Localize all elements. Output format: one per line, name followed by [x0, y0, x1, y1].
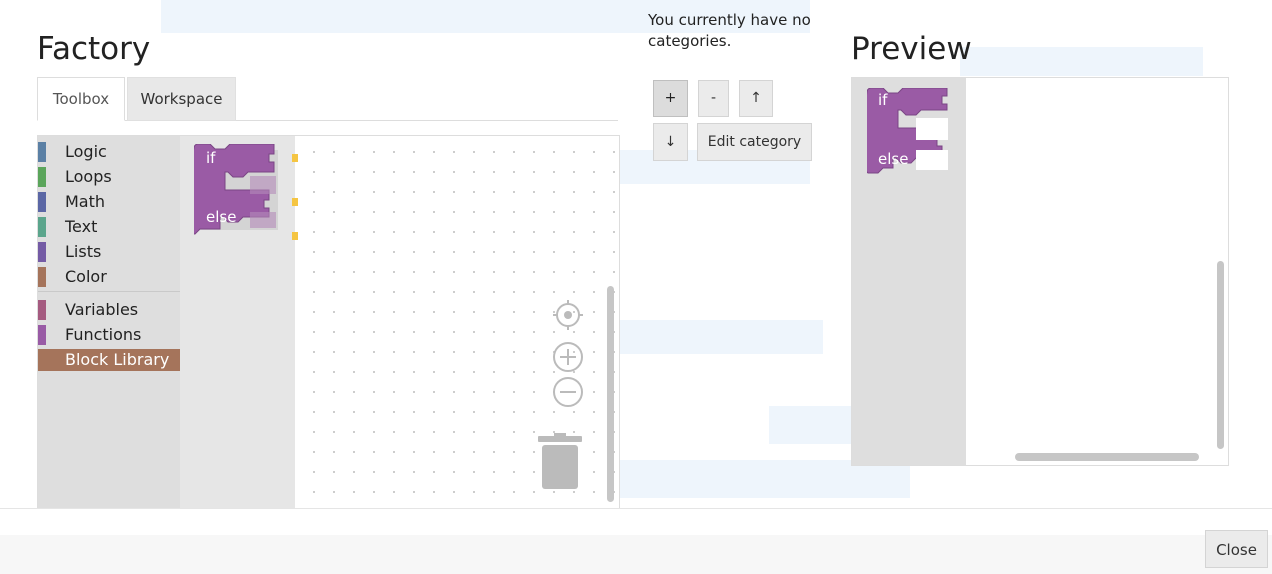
toolbox-category-variables[interactable]: Variables [38, 299, 180, 321]
categories-message: You currently have no categories. [648, 11, 811, 50]
preview-block-else-label: else [878, 150, 909, 168]
category-label: Text [65, 217, 98, 236]
zoom-out-icon[interactable] [552, 376, 584, 408]
toolbox-category-math[interactable]: Math [38, 191, 180, 213]
category-color-swatch [38, 242, 46, 262]
move-category-up-button[interactable]: ↑ [739, 80, 773, 117]
preview-title: Preview [851, 31, 972, 67]
block-else-label: else [206, 208, 237, 226]
category-label: Logic [65, 142, 107, 161]
close-button[interactable]: Close [1205, 530, 1268, 568]
toolbox-category-functions[interactable]: Functions [38, 324, 180, 346]
edit-category-button[interactable]: Edit category [697, 123, 812, 161]
tab-toolbox[interactable]: Toolbox [37, 77, 125, 121]
background-bar [960, 47, 1203, 76]
move-category-down-button[interactable]: ↓ [653, 123, 688, 161]
add-category-button[interactable]: + [653, 80, 688, 117]
toolbox-category-block-library[interactable]: Block Library [38, 349, 180, 371]
block-if-label: if [206, 149, 216, 167]
preview-workspace[interactable]: if else [851, 77, 1229, 466]
dialog-footer-divider [0, 508, 1272, 509]
category-label: Variables [65, 300, 139, 319]
preview-horizontal-scrollbar[interactable] [1015, 453, 1199, 461]
category-color-swatch [38, 192, 46, 212]
remove-category-button[interactable]: - [698, 80, 729, 117]
preview-block-if-label: if [878, 91, 888, 109]
category-label: Functions [65, 325, 142, 344]
page-footer [0, 535, 1272, 574]
toolbox-categories: Logic Loops Math Text Lists Color Variab… [38, 136, 180, 509]
category-color-swatch [38, 217, 46, 237]
category-color-swatch [38, 300, 46, 320]
toolbox-separator [38, 291, 180, 292]
category-label: Lists [65, 242, 102, 261]
category-color-swatch [38, 267, 46, 287]
toolbox-category-color[interactable]: Color [38, 266, 180, 288]
preview-vertical-scrollbar[interactable] [1217, 261, 1224, 449]
target-icon[interactable] [552, 299, 584, 331]
toolbox-category-logic[interactable]: Logic [38, 141, 180, 163]
workspace-vertical-scrollbar[interactable] [607, 286, 614, 502]
factory-tabs: Toolbox Workspace [37, 77, 618, 121]
background-bar [769, 406, 851, 444]
category-color-swatch [38, 142, 46, 162]
tab-workspace[interactable]: Workspace [127, 77, 236, 121]
trash-icon[interactable] [538, 433, 582, 489]
background-bar [618, 320, 823, 354]
category-label: Math [65, 192, 106, 211]
toolbox-category-text[interactable]: Text [38, 216, 180, 238]
category-color-swatch [38, 350, 46, 370]
category-color-swatch [38, 167, 46, 187]
category-label: Block Library [65, 350, 170, 369]
toolbox-category-loops[interactable]: Loops [38, 166, 180, 188]
factory-workspace[interactable]: Logic Loops Math Text Lists Color Variab… [37, 135, 620, 509]
factory-title: Factory [37, 31, 151, 67]
toolbox-category-lists[interactable]: Lists [38, 241, 180, 263]
category-label: Loops [65, 167, 112, 186]
category-color-swatch [38, 325, 46, 345]
zoom-in-icon[interactable] [552, 341, 584, 373]
category-label: Color [65, 267, 107, 286]
